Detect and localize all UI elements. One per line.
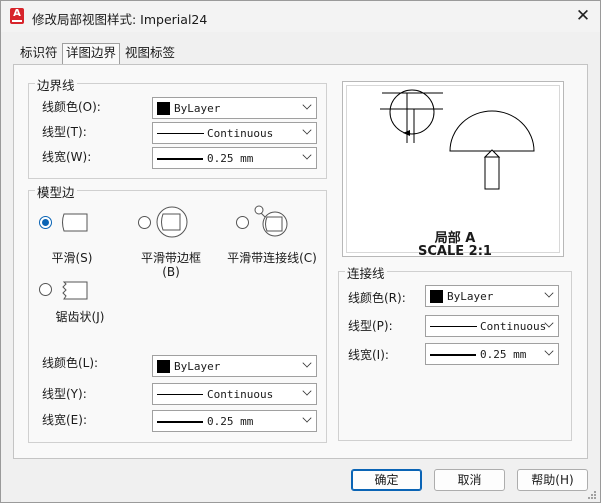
connector-lineweight-label: 线宽(I): xyxy=(348,348,389,362)
connector-lineweight-combo[interactable]: 0.25 mm xyxy=(425,343,559,365)
preview-label-line2: SCALE 2:1 xyxy=(418,244,492,259)
line-sample xyxy=(430,354,476,356)
boundary-color-label: 线颜色(O): xyxy=(42,100,101,114)
boundary-lineweight-label: 线宽(W): xyxy=(42,150,92,164)
chevron-down-icon xyxy=(544,346,554,356)
jagged-label[interactable]: 锯齿状(J) xyxy=(49,310,111,324)
line-sample xyxy=(157,133,204,134)
chevron-down-icon xyxy=(302,100,312,110)
connector-linetype-combo[interactable]: Continuous xyxy=(425,315,559,337)
tab-view-label[interactable]: 视图标签 xyxy=(122,44,178,64)
model-edge-color-combo[interactable]: ByLayer xyxy=(152,355,317,377)
title-bar: A 修改局部视图样式: Imperial24 ✕ xyxy=(1,1,600,32)
connector-color-label: 线颜色(R): xyxy=(348,291,406,305)
chevron-down-icon xyxy=(302,358,312,368)
model-edge-group-title: 模型边 xyxy=(35,182,77,201)
cancel-button[interactable]: 取消 xyxy=(434,469,505,491)
boundary-linetype-label: 线型(T): xyxy=(42,125,87,139)
boundary-lineweight-combo[interactable]: 0.25 mm xyxy=(152,147,317,169)
chevron-down-icon xyxy=(302,125,312,135)
connector-linetype-label: 线型(P): xyxy=(348,319,393,333)
model-edge-color-label: 线颜色(L): xyxy=(42,356,99,370)
line-sample xyxy=(157,158,203,160)
model-edge-lineweight-combo[interactable]: 0.25 mm xyxy=(152,410,317,432)
smooth-connector-icon xyxy=(254,205,288,237)
color-swatch xyxy=(157,360,170,373)
smooth-border-icon xyxy=(156,206,188,238)
line-sample xyxy=(430,326,477,327)
model-edge-linetype-combo[interactable]: Continuous xyxy=(152,383,317,405)
model-edge-lineweight-label: 线宽(E): xyxy=(42,413,87,427)
smooth-with-connector-radio[interactable] xyxy=(236,216,249,229)
boundary-linetype-combo[interactable]: Continuous xyxy=(152,122,317,144)
connector-group-title: 连接线 xyxy=(345,263,387,282)
close-icon[interactable]: ✕ xyxy=(572,5,594,27)
model-edge-linetype-label: 线型(Y): xyxy=(42,387,87,401)
smooth-edge-icon xyxy=(62,213,88,232)
chevron-down-icon xyxy=(544,288,554,298)
preview-panel: 局部 A SCALE 2:1 xyxy=(342,81,564,259)
smooth-with-border-radio[interactable] xyxy=(138,216,151,229)
chevron-down-icon xyxy=(302,386,312,396)
window-title: 修改局部视图样式: Imperial24 xyxy=(32,12,208,27)
help-button[interactable]: 帮助(H) xyxy=(517,469,588,491)
line-sample xyxy=(157,421,203,423)
autocad-app-icon: A xyxy=(10,8,24,24)
resize-grip-icon[interactable] xyxy=(588,490,597,499)
boundary-group-title: 边界线 xyxy=(35,75,77,94)
jagged-radio[interactable] xyxy=(39,283,52,296)
dialog-window: A 修改局部视图样式: Imperial24 ✕ 标识符 详图边界 视图标签 边… xyxy=(0,0,601,503)
smooth-label[interactable]: 平滑(S) xyxy=(47,251,97,265)
tab-detail-boundary[interactable]: 详图边界 xyxy=(62,43,121,65)
jagged-edge-icon xyxy=(62,281,88,300)
smooth-with-border-label[interactable]: 平滑带边框(B) xyxy=(133,251,209,279)
color-swatch xyxy=(157,102,170,115)
smooth-with-connector-label[interactable]: 平滑带连接线(C) xyxy=(225,251,319,265)
tab-identifier[interactable]: 标识符 xyxy=(17,44,61,64)
ok-button[interactable]: 确定 xyxy=(351,469,422,491)
boundary-color-combo[interactable]: ByLayer xyxy=(152,97,317,119)
chevron-down-icon xyxy=(302,150,312,160)
line-sample xyxy=(157,394,203,395)
chevron-down-icon xyxy=(302,413,312,423)
color-swatch xyxy=(430,290,443,303)
connector-color-combo[interactable]: ByLayer xyxy=(425,285,559,307)
smooth-radio[interactable] xyxy=(39,216,52,229)
